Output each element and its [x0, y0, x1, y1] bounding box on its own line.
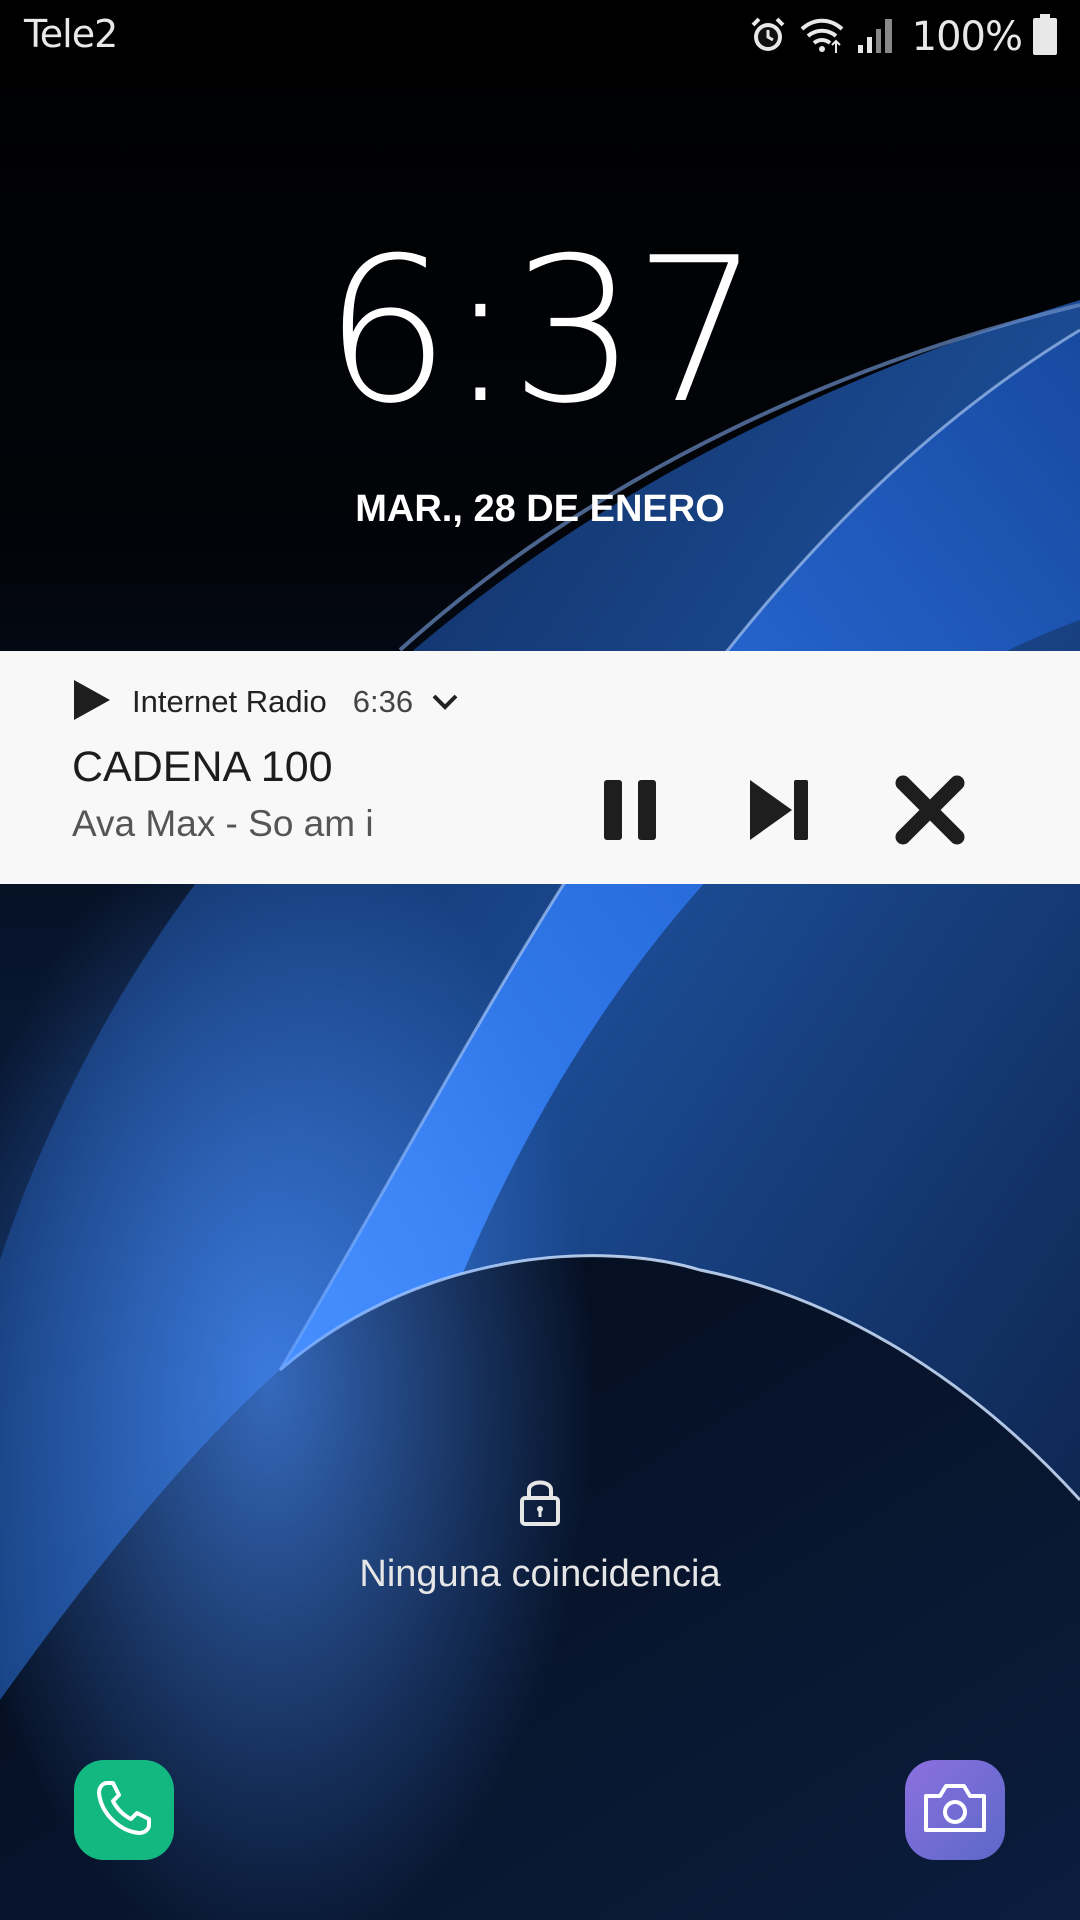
- wifi-icon: [798, 15, 846, 60]
- phone-shortcut[interactable]: [74, 1760, 174, 1860]
- notification-subtitle: Ava Max - So am i: [72, 803, 374, 844]
- unlock-message: Ninguna coincidencia: [359, 1553, 721, 1595]
- lockscreen-date: MAR., 28 DE ENERO: [355, 488, 725, 530]
- camera-icon: [922, 1780, 988, 1841]
- close-button[interactable]: [885, 767, 975, 857]
- skip-next-button[interactable]: [734, 767, 824, 857]
- pause-icon: [602, 778, 658, 847]
- lock-icon: [518, 1480, 562, 1530]
- notification-header: Internet Radio 6:36: [72, 677, 459, 727]
- chevron-down-icon[interactable]: [431, 692, 459, 712]
- carrier-name: Tele2: [24, 12, 118, 56]
- camera-shortcut[interactable]: [905, 1760, 1005, 1860]
- notification-time: 6:36: [352, 684, 414, 719]
- media-notification[interactable]: Internet Radio 6:36 CADENA 100 Ava Max -…: [0, 651, 1080, 884]
- status-icons: 100%: [748, 12, 1058, 62]
- skip-next-icon: [748, 778, 810, 847]
- lock-indicator: [0, 1476, 1080, 1531]
- battery-percent: 100%: [911, 14, 1023, 60]
- signal-icon: [856, 15, 896, 60]
- notification-title: CADENA 100: [72, 743, 333, 791]
- play-icon: [72, 678, 112, 727]
- lockscreen-clock: 6:37: [323, 215, 760, 448]
- status-bar: Tele2 100%: [0, 0, 1080, 74]
- notification-app-name: Internet Radio: [132, 684, 327, 719]
- close-icon: [895, 775, 965, 850]
- phone-icon: [93, 1777, 155, 1844]
- alarm-icon: [748, 15, 788, 60]
- pause-button[interactable]: [585, 767, 675, 857]
- battery-icon: [1032, 13, 1058, 61]
